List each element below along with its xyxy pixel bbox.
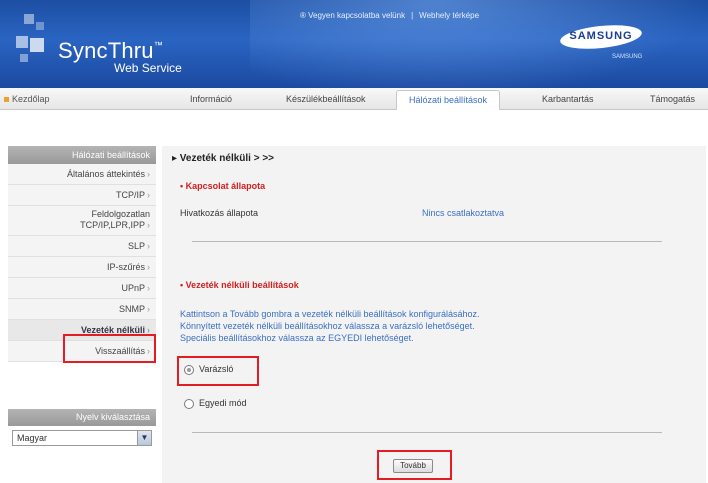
sidebar-item-slp[interactable]: SLP › (8, 236, 156, 257)
nav-home-link[interactable]: Kezdőlap (4, 94, 50, 104)
logo-subtitle: Web Service (114, 61, 182, 75)
language-select[interactable]: Magyar ▼ (12, 430, 152, 446)
contact-link[interactable]: ® Vegyen kapcsolatba velünk (300, 11, 405, 20)
sidebar-item-raw-tcpip[interactable]: Feldolgozatlan TCP/IP,LPR,IPP › (8, 206, 156, 236)
sidebar-item-ip-filter[interactable]: IP-szűrés › (8, 257, 156, 278)
sidebar-item-upnp[interactable]: UPnP › (8, 278, 156, 299)
samsung-sub-text: SAMSUNG (612, 54, 643, 60)
divider (192, 241, 662, 242)
syncthru-logo-icon (16, 14, 56, 74)
tab-device-settings[interactable]: Készülékbeállítások (286, 94, 366, 104)
radio-custom[interactable]: Egyedi mód (184, 398, 247, 409)
tab-maintenance[interactable]: Karbantartás (542, 94, 594, 104)
chevron-down-icon[interactable]: ▼ (137, 431, 151, 445)
header-links: ® Vegyen kapcsolatba velünk | Webhely térk… (300, 11, 480, 20)
section-wireless-settings-title: • Vezeték nélküli beállítások (180, 280, 299, 290)
language-header: Nyelv kiválasztása (8, 409, 156, 426)
sitemap-link[interactable]: Webhely térképe (419, 11, 479, 20)
sidebar-item-overview[interactable]: Általános áttekintés › (8, 164, 156, 185)
radio-unselected-icon[interactable] (184, 398, 194, 409)
wireless-description: Kattintson a Tovább gombra a vezeték nél… (180, 309, 480, 343)
app-header: SyncThru™ Web Service ® Vegyen kapcsolat… (0, 0, 708, 88)
home-bullet-icon (4, 97, 9, 103)
link-status-value: Nincs csatlakoztatva (422, 208, 505, 218)
breadcrumb: ▸ Vezeték nélküli > >> (172, 153, 275, 164)
tab-information[interactable]: Információ (190, 94, 232, 104)
tab-support[interactable]: Támogatás (650, 94, 695, 104)
main-content: ▸ Vezeték nélküli > >> • Kapcsolat állap… (162, 146, 706, 483)
highlight-wizard-option (177, 356, 259, 386)
highlight-next-button (377, 450, 452, 480)
language-value: Magyar (17, 433, 48, 443)
section-connection-status-title: • Kapcsolat állapota (180, 181, 266, 191)
sidebar-item-tcpip[interactable]: TCP/IP › (8, 185, 156, 206)
main-nav: Kezdőlap Információ Készülékbeállítások … (0, 88, 708, 110)
link-status-label: Hivatkozás állapota (180, 208, 259, 218)
highlight-wireless-item (63, 334, 156, 363)
samsung-logo: SAMSUNG (559, 21, 643, 53)
sidebar: Hálózati beállítások Általános áttekinté… (8, 146, 156, 362)
sidebar-header: Hálózati beállítások (8, 146, 156, 164)
tab-network-settings[interactable]: Hálózati beállítások (396, 90, 501, 110)
sidebar-item-snmp[interactable]: SNMP › (8, 299, 156, 320)
divider (192, 432, 662, 433)
